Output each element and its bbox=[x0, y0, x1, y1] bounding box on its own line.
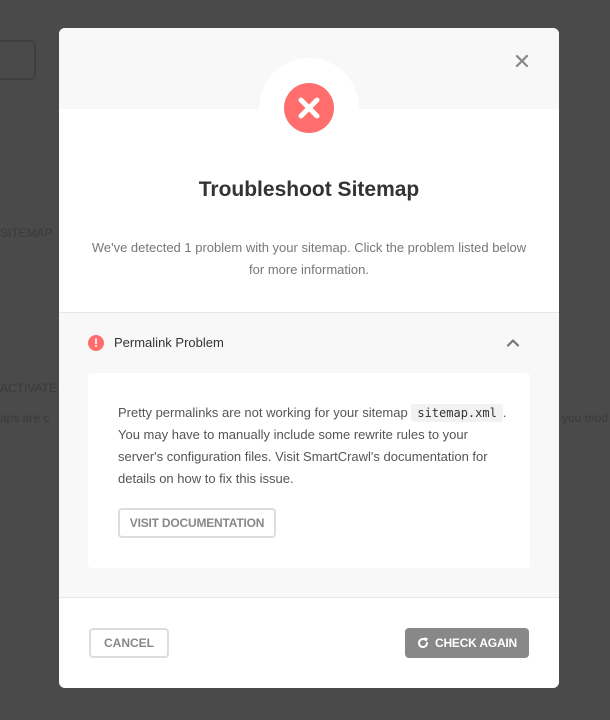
exclamation-circle-icon: ! bbox=[88, 335, 104, 351]
troubleshoot-sitemap-modal: ✕ Troubleshoot Sitemap We've detected 1 … bbox=[59, 28, 559, 688]
background-text: SITEMAP bbox=[0, 226, 53, 240]
problem-accordion: ! Permalink Problem Pretty permalinks ar… bbox=[59, 313, 559, 597]
divider bbox=[59, 597, 559, 598]
modal-intro-text: We've detected 1 problem with your sitem… bbox=[91, 240, 527, 277]
modal-title: Troubleshoot Sitemap bbox=[198, 178, 420, 201]
problem-details: Pretty permalinks are not working for yo… bbox=[88, 373, 530, 568]
error-x-icon bbox=[284, 83, 334, 133]
check-again-label: CHECK AGAIN bbox=[434, 636, 518, 650]
problem-text-start: Pretty permalinks are not working for yo… bbox=[118, 405, 408, 420]
background-text: you mod bbox=[562, 411, 609, 425]
background-button bbox=[0, 40, 36, 80]
chevron-up-icon[interactable] bbox=[505, 335, 521, 351]
cancel-button[interactable]: CANCEL bbox=[89, 628, 169, 658]
close-icon[interactable]: ✕ bbox=[511, 52, 533, 74]
refresh-icon bbox=[418, 637, 428, 648]
problem-title: Permalink Problem bbox=[114, 335, 224, 350]
visit-documentation-button[interactable]: VISIT DOCUMENTATION bbox=[118, 508, 276, 538]
background-text: aps are c bbox=[0, 411, 50, 425]
problem-description: Pretty permalinks are not working for yo… bbox=[118, 402, 508, 490]
code-sitemap-file: sitemap.xml bbox=[411, 404, 503, 422]
problem-accordion-header[interactable]: ! Permalink Problem bbox=[59, 313, 559, 371]
check-again-button[interactable]: CHECK AGAIN bbox=[405, 628, 529, 658]
background-text: ACTIVATE bbox=[0, 381, 57, 395]
